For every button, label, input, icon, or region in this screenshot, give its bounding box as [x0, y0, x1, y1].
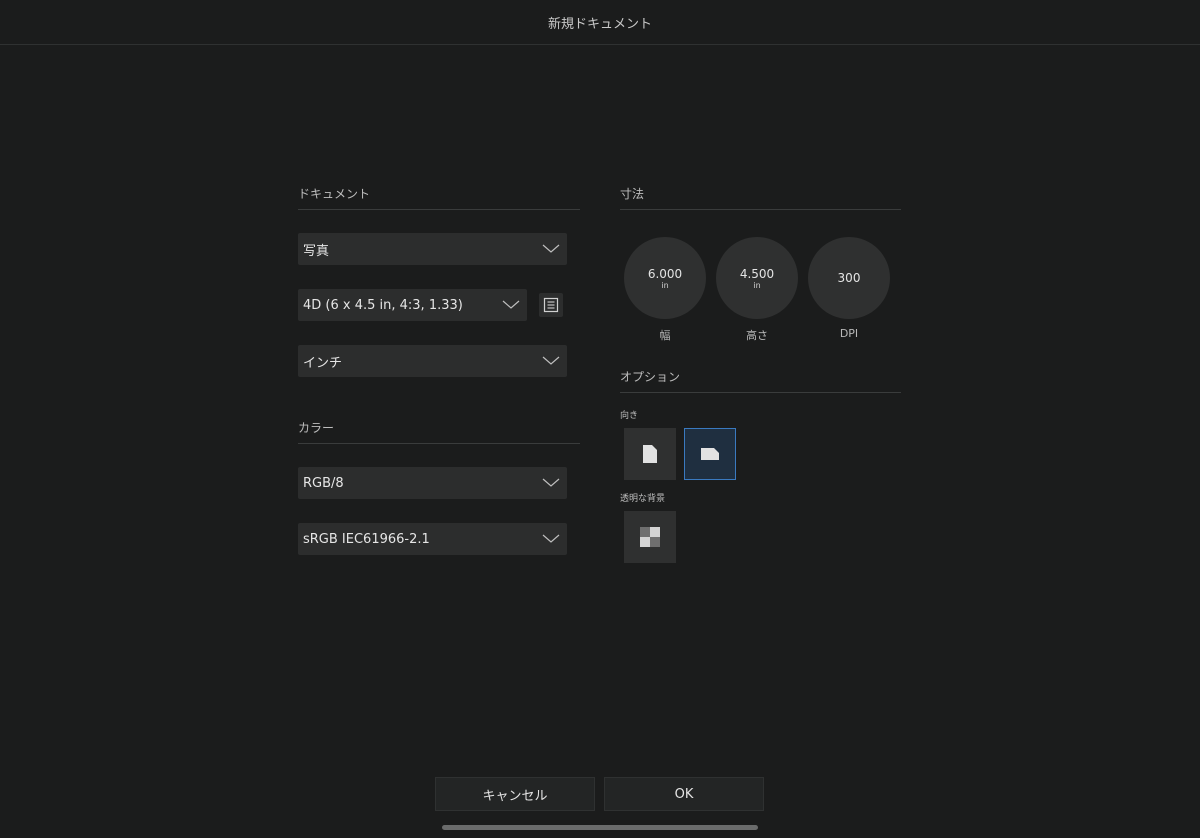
portrait-page-icon	[643, 445, 657, 463]
height-value: 4.500	[739, 266, 775, 281]
preset-type-dropdown[interactable]: 写真	[298, 233, 567, 265]
color-mode-value: RGB/8	[303, 475, 344, 491]
cancel-button[interactable]: キャンセル	[435, 777, 595, 811]
document-section-title: ドキュメント	[298, 187, 371, 201]
list-icon	[543, 297, 559, 313]
orientation-portrait-button[interactable]	[624, 428, 676, 480]
chevron-down-icon	[542, 356, 560, 365]
checkerboard-icon	[640, 527, 660, 547]
preset-size-value: 4D (6 x 4.5 in, 4:3, 1.33)	[303, 297, 463, 313]
color-mode-dropdown[interactable]: RGB/8	[298, 467, 567, 499]
width-dial[interactable]: 6.000 in	[624, 237, 706, 319]
color-profile-value: sRGB IEC61966-2.1	[303, 531, 430, 547]
units-dropdown[interactable]: インチ	[298, 345, 567, 377]
window-title: 新規ドキュメント	[547, 16, 652, 32]
transparent-background-label: 透明な背景	[620, 494, 666, 504]
width-unit: in	[661, 280, 669, 290]
color-profile-dropdown[interactable]: sRGB IEC61966-2.1	[298, 523, 567, 555]
preset-type-value: 写真	[303, 243, 330, 259]
landscape-page-icon	[701, 448, 719, 460]
height-unit: in	[753, 280, 761, 290]
cancel-button-label: キャンセル	[482, 788, 548, 804]
preset-details-button[interactable]	[539, 293, 563, 317]
orientation-label: 向き	[620, 411, 639, 421]
color-section-title: カラー	[298, 421, 335, 435]
width-label: 幅	[659, 329, 671, 342]
ok-button-label: OK	[674, 786, 694, 802]
width-value: 6.000	[647, 266, 683, 281]
options-section-title: オプション	[620, 370, 681, 384]
preset-size-dropdown[interactable]: 4D (6 x 4.5 in, 4:3, 1.33)	[298, 289, 527, 321]
chevron-down-icon	[542, 478, 560, 487]
height-dial[interactable]: 4.500 in	[716, 237, 798, 319]
orientation-landscape-button[interactable]	[684, 428, 736, 480]
color-section-divider	[298, 443, 580, 444]
title-bar: 新規ドキュメント	[0, 0, 1200, 45]
ok-button[interactable]: OK	[604, 777, 764, 811]
dimensions-section-title: 寸法	[620, 187, 645, 201]
chevron-down-icon	[542, 244, 560, 253]
dimensions-section-divider	[620, 209, 901, 210]
height-label: 高さ	[746, 329, 768, 342]
transparent-background-toggle[interactable]	[624, 511, 676, 563]
options-section-divider	[620, 392, 901, 393]
chevron-down-icon	[542, 534, 560, 543]
document-section-divider	[298, 209, 580, 210]
units-value: インチ	[303, 355, 343, 371]
chevron-down-icon	[502, 300, 520, 309]
dpi-value: 300	[837, 271, 861, 285]
home-indicator[interactable]	[442, 825, 758, 830]
dpi-dial[interactable]: 300	[808, 237, 890, 319]
dpi-label: DPI	[839, 327, 859, 340]
